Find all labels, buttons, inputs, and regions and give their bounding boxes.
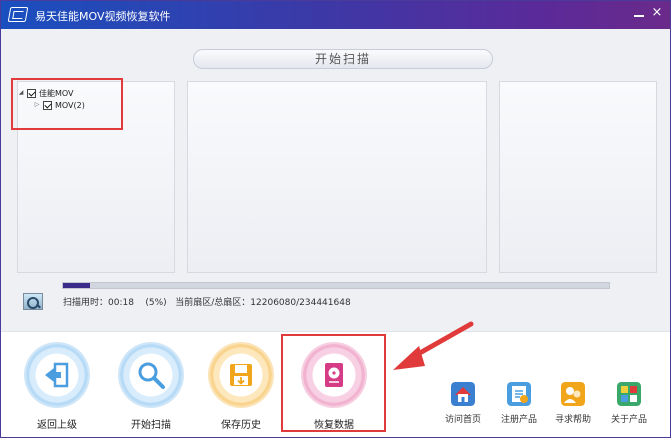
home-icon bbox=[451, 382, 475, 406]
magnifier-icon bbox=[138, 362, 165, 389]
register-icon bbox=[507, 382, 531, 406]
footer-toolbar: 返回上级 开始扫描 保存历史 恢复数据 访问首页 注册产品 寻求帮助 关于产品 bbox=[1, 321, 670, 437]
file-preview-panel[interactable] bbox=[499, 81, 657, 273]
start-scan-button-ring bbox=[120, 344, 182, 406]
scan-progress-fill bbox=[63, 283, 91, 288]
register-product-button[interactable]: 注册产品 bbox=[493, 382, 545, 425]
start-scan-button[interactable]: 开始扫描 bbox=[113, 344, 189, 431]
close-button[interactable]: × bbox=[650, 5, 664, 21]
recover-highlight-box bbox=[281, 334, 386, 432]
about-product-button[interactable]: 关于产品 bbox=[603, 382, 655, 425]
back-button-label: 返回上级 bbox=[37, 420, 77, 431]
save-history-button[interactable]: 保存历史 bbox=[203, 344, 279, 431]
save-history-button-ring bbox=[210, 344, 272, 406]
scan-image-icon bbox=[23, 293, 43, 310]
help-icon bbox=[561, 382, 585, 406]
app-window: 易天佳能MOV视频恢复软件 × 开始扫描 ◢ 佳能MOV ▷ MOV(2) 扫描… bbox=[0, 0, 671, 438]
visit-homepage-label: 访问首页 bbox=[444, 415, 481, 425]
seek-help-button[interactable]: 寻求帮助 bbox=[547, 382, 599, 425]
back-door-icon bbox=[45, 362, 69, 388]
scan-progress-bar bbox=[62, 282, 610, 289]
window-title: 易天佳能MOV视频恢复软件 bbox=[35, 10, 171, 23]
scan-status-header: 开始扫描 bbox=[193, 49, 493, 69]
register-product-label: 注册产品 bbox=[500, 415, 537, 425]
back-button[interactable]: 返回上级 bbox=[19, 344, 95, 431]
minimize-button[interactable] bbox=[632, 6, 646, 20]
scan-status-text: 扫描用时：00:18 (5%) 当前扇区/总扇区：12206080/234441… bbox=[63, 298, 351, 308]
scan-content-area: 开始扫描 ◢ 佳能MOV ▷ MOV(2) 扫描用时：00:18 (5%) 当前… bbox=[7, 31, 664, 329]
back-button-ring bbox=[26, 344, 88, 406]
file-list-panel[interactable] bbox=[187, 81, 487, 273]
pointer-arrow-icon bbox=[393, 321, 474, 370]
tree-highlight-box bbox=[11, 78, 123, 130]
seek-help-label: 寻求帮助 bbox=[554, 415, 591, 425]
app-logo-icon bbox=[7, 7, 29, 22]
save-disk-icon bbox=[230, 364, 252, 386]
visit-homepage-button[interactable]: 访问首页 bbox=[437, 382, 489, 425]
save-history-button-label: 保存历史 bbox=[221, 420, 261, 431]
title-bar[interactable]: 易天佳能MOV视频恢复软件 × bbox=[1, 1, 670, 29]
about-product-label: 关于产品 bbox=[610, 415, 647, 425]
start-scan-button-label: 开始扫描 bbox=[131, 420, 171, 431]
about-icon bbox=[617, 382, 641, 406]
